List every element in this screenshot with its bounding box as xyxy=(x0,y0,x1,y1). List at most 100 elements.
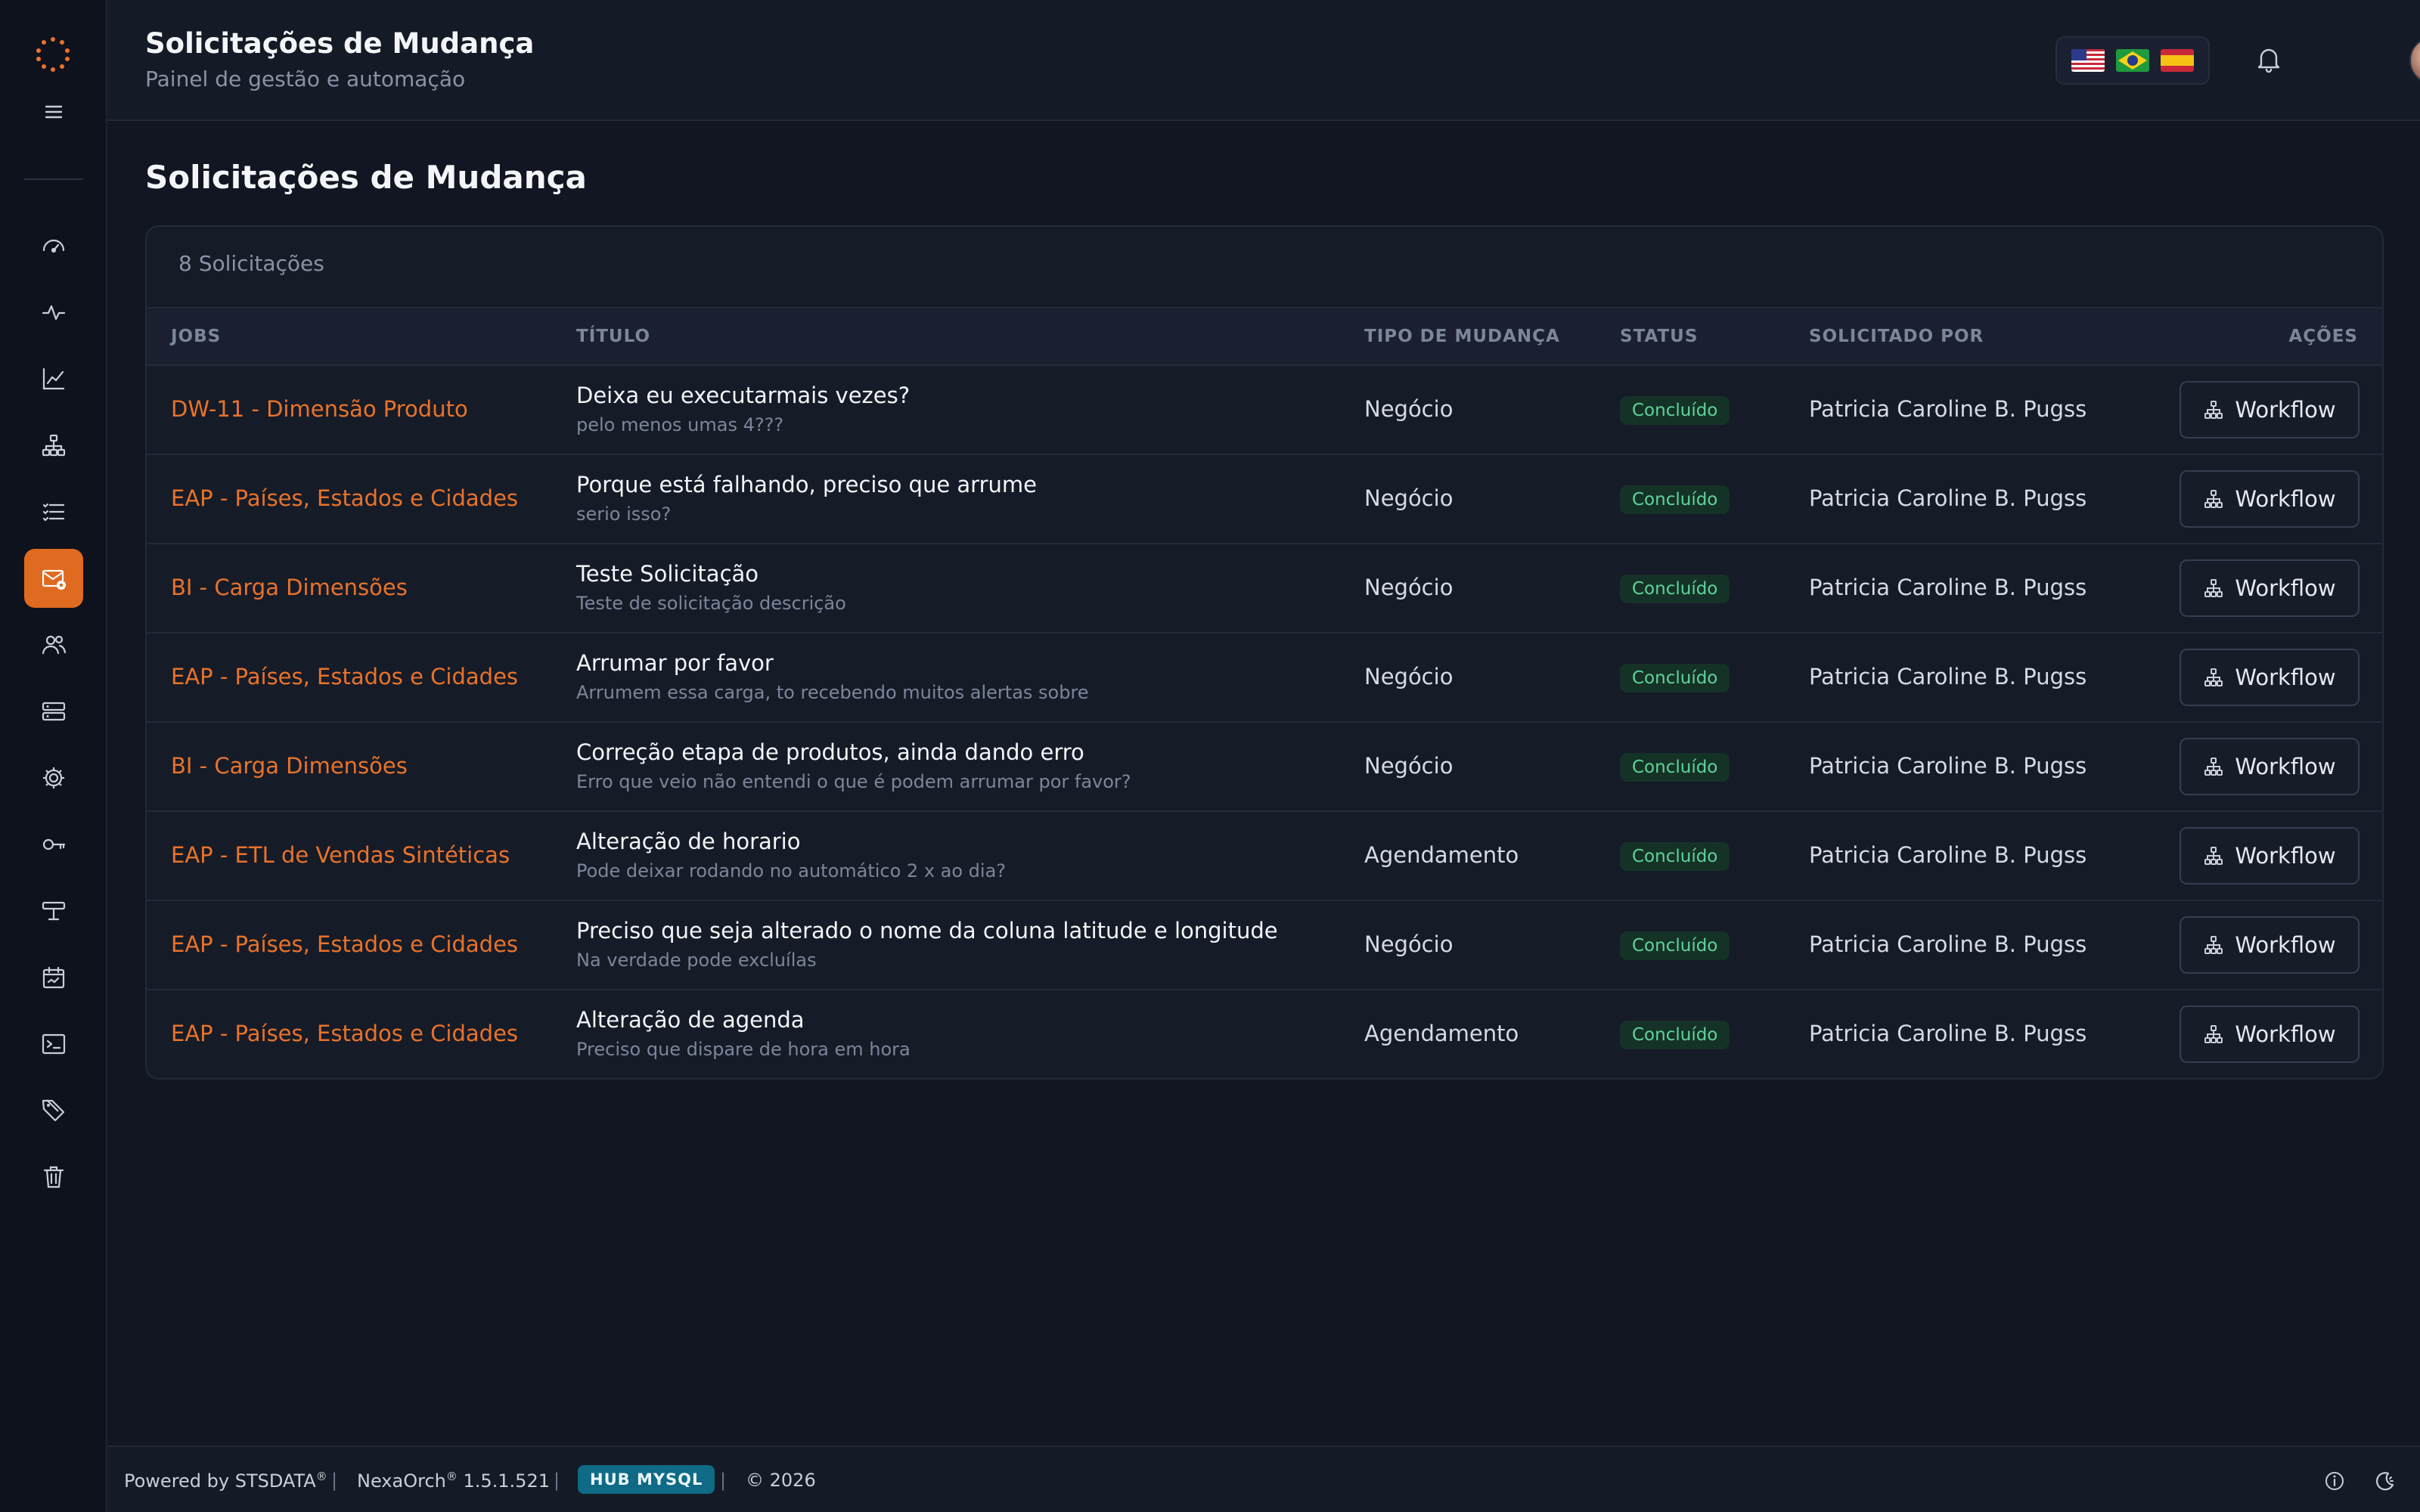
job-link[interactable]: DW-11 - Dimensão Produto xyxy=(171,396,468,422)
product-name: NexaOrch xyxy=(357,1470,446,1492)
sidebar-item-charts[interactable] xyxy=(24,349,83,408)
workflow-icon xyxy=(2204,401,2223,419)
user-avatar[interactable] xyxy=(2409,36,2420,85)
sidebar-item-activity[interactable] xyxy=(24,283,83,342)
request-description: Pode deixar rodando no automático 2 x ao… xyxy=(576,860,1007,881)
workflow-label: Workflow xyxy=(2235,843,2336,869)
us-flag-icon[interactable] xyxy=(2071,49,2105,72)
table-row[interactable]: EAP - Países, Estados e Cidades Alteração… xyxy=(147,990,2382,1078)
col-header-jobs[interactable]: JOBS xyxy=(171,327,221,346)
page-title: Solicitações de Mudança xyxy=(145,159,587,196)
workflow-icon xyxy=(2204,490,2223,508)
sidebar-item-tags[interactable] xyxy=(24,1081,83,1140)
hub-badge: HUB MYSQL xyxy=(578,1465,715,1494)
sidebar-item-hierarchy[interactable] xyxy=(24,416,83,475)
workflow-button[interactable]: Workflow xyxy=(2180,738,2360,795)
workflow-button[interactable]: Workflow xyxy=(2180,559,2360,617)
request-title: Correção etapa de produtos, ainda dando … xyxy=(576,739,1084,765)
workflow-label: Workflow xyxy=(2235,397,2336,423)
sidebar-item-servers[interactable] xyxy=(24,682,83,741)
list-icon xyxy=(42,503,65,522)
info-icon[interactable] xyxy=(2323,1470,2346,1492)
table-row[interactable]: EAP - Países, Estados e Cidades Porque es… xyxy=(147,455,2382,544)
request-title: Arrumar por favor xyxy=(576,650,774,676)
table-row[interactable]: EAP - Países, Estados e Cidades Arrumar p… xyxy=(147,634,2382,723)
job-link[interactable]: EAP - Países, Estados e Cidades xyxy=(171,931,518,957)
dark-mode-icon[interactable] xyxy=(2373,1470,2396,1492)
workflow-button[interactable]: Workflow xyxy=(2180,470,2360,528)
workflow-button[interactable]: Workflow xyxy=(2180,381,2360,438)
table-row[interactable]: BI - Carga Dimensões Correção etapa de pr… xyxy=(147,723,2382,812)
sidebar-item-users[interactable] xyxy=(24,615,83,674)
hierarchy-icon xyxy=(42,434,66,457)
job-link[interactable]: BI - Carga Dimensões xyxy=(171,575,408,600)
job-link[interactable]: BI - Carga Dimensões xyxy=(171,753,408,779)
workflow-button[interactable]: Workflow xyxy=(2180,827,2360,885)
requested-by: Patricia Caroline B. Pugss xyxy=(1809,575,2087,600)
logo-icon[interactable] xyxy=(35,36,71,73)
top-header: Solicitações de Mudança Painel de gestão… xyxy=(107,0,2420,121)
workflow-icon xyxy=(2204,1025,2223,1043)
workflow-label: Workflow xyxy=(2235,486,2336,512)
sidebar-item-list[interactable] xyxy=(24,482,83,541)
sidebar-item-settings[interactable] xyxy=(24,748,83,807)
sidebar-item-change-requests[interactable] xyxy=(24,549,83,608)
footer-separator: | xyxy=(554,1470,560,1491)
sidebar-item-dashboard[interactable] xyxy=(24,216,83,275)
sliders-icon xyxy=(42,901,66,921)
table-row[interactable]: EAP - ETL de Vendas Sintéticas Alteração … xyxy=(147,812,2382,901)
requested-by: Patricia Caroline B. Pugss xyxy=(1809,842,2087,868)
requested-by: Patricia Caroline B. Pugss xyxy=(1809,485,2087,511)
change-type: Agendamento xyxy=(1364,842,1519,868)
footer-separator: | xyxy=(331,1470,338,1491)
sidebar-item-trash[interactable] xyxy=(24,1148,83,1207)
change-type: Negócio xyxy=(1364,931,1454,957)
col-header-titulo[interactable]: TÍTULO xyxy=(576,327,650,346)
job-link[interactable]: EAP - ETL de Vendas Sintéticas xyxy=(171,842,510,868)
table-row[interactable]: BI - Carga Dimensões Teste Solicitação Tes… xyxy=(147,544,2382,634)
notifications-bell-icon[interactable] xyxy=(2252,42,2285,76)
request-description: Teste de solicitação descrição xyxy=(576,593,846,614)
sidebar-nav xyxy=(24,216,83,1214)
request-title: Teste Solicitação xyxy=(576,561,759,587)
requests-count: 8 Solicitações xyxy=(178,251,324,276)
workflow-button[interactable]: Workflow xyxy=(2180,649,2360,706)
sidebar-item-keys[interactable] xyxy=(24,815,83,874)
workflow-button[interactable]: Workflow xyxy=(2180,916,2360,974)
job-link[interactable]: EAP - Países, Estados e Cidades xyxy=(171,664,518,689)
requests-table-card: 8 Solicitações JOBS TÍTULO TIPO DE MUDAN… xyxy=(145,225,2384,1080)
change-type: Negócio xyxy=(1364,396,1454,422)
request-title: Porque está falhando, preciso que arrume xyxy=(576,472,1037,497)
workflow-icon xyxy=(2204,758,2223,776)
workflow-icon xyxy=(2204,847,2223,865)
job-link[interactable]: EAP - Países, Estados e Cidades xyxy=(171,1021,518,1046)
dashboard-icon xyxy=(42,239,65,253)
table-row[interactable]: DW-11 - Dimensão Produto Deixa eu executa… xyxy=(147,366,2382,455)
sidebar-item-terminal[interactable] xyxy=(24,1015,83,1074)
request-description: Na verdade pode excluílas xyxy=(576,950,817,971)
sidebar-item-calendar[interactable] xyxy=(24,948,83,1007)
request-title: Deixa eu executarmais vezes? xyxy=(576,383,911,408)
job-link[interactable]: EAP - Países, Estados e Cidades xyxy=(171,485,518,511)
powered-by-registered: ® xyxy=(315,1470,327,1483)
header-title: Solicitações de Mudança xyxy=(145,27,535,60)
br-flag-icon[interactable] xyxy=(2115,49,2149,72)
powered-by-text: Powered by STSDATA xyxy=(124,1470,316,1492)
workflow-label: Workflow xyxy=(2235,932,2336,958)
col-header-solicitado[interactable]: SOLICITADO POR xyxy=(1809,327,1984,346)
col-header-status[interactable]: STATUS xyxy=(1620,327,1698,346)
es-flag-icon[interactable] xyxy=(2160,49,2194,72)
col-header-tipo[interactable]: TIPO DE MUDANÇA xyxy=(1364,327,1560,346)
table-row[interactable]: EAP - Países, Estados e Cidades Preciso q… xyxy=(147,901,2382,990)
mail-settings-icon xyxy=(42,569,66,590)
sidebar xyxy=(0,0,107,1512)
request-description: Arrumem essa carga, to recebendo muitos … xyxy=(576,682,1089,703)
menu-icon[interactable] xyxy=(42,101,65,123)
copyright: © 2026 xyxy=(746,1470,816,1491)
sidebar-item-sliders[interactable] xyxy=(24,881,83,940)
calendar-icon xyxy=(42,966,65,989)
request-title: Preciso que seja alterado o nome da colu… xyxy=(576,918,1278,943)
language-switcher xyxy=(2055,36,2210,85)
workflow-button[interactable]: Workflow xyxy=(2180,1005,2360,1063)
change-type: Negócio xyxy=(1364,753,1454,779)
